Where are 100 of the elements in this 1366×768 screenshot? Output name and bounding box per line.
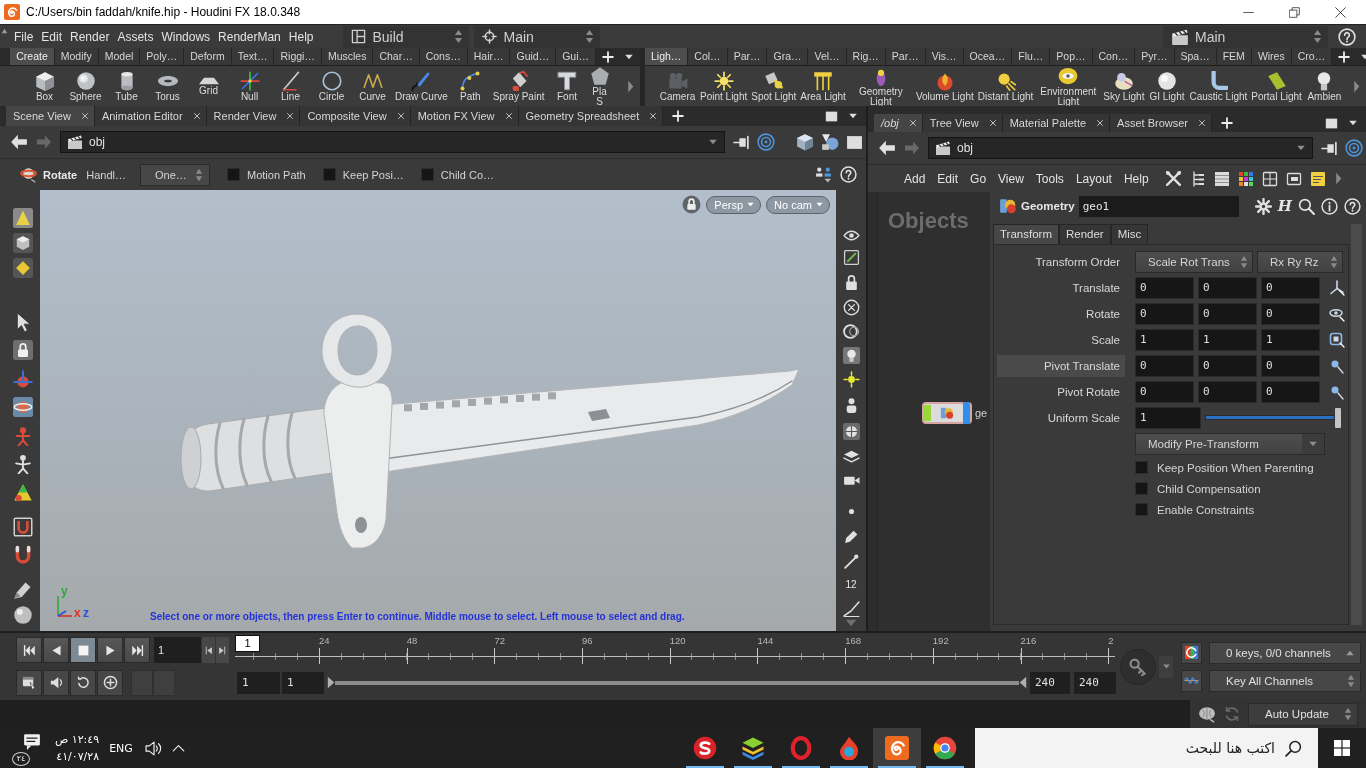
shelf-tab[interactable]: Create: [10, 48, 55, 65]
playback-button[interactable]: [97, 637, 123, 663]
shelf-tool-button[interactable]: Null: [229, 66, 270, 106]
menu-dropdown[interactable]: Scale Rot Trans: [1135, 251, 1253, 273]
pivot-icon[interactable]: [1329, 358, 1345, 374]
icon-button[interactable]: [43, 669, 69, 696]
close-icon[interactable]: [192, 112, 201, 120]
shelf-tab[interactable]: Flu…: [1012, 48, 1051, 65]
display-options-icon[interactable]: [815, 166, 832, 183]
value-field[interactable]: 0: [1135, 277, 1194, 299]
dropdown[interactable]: Modify Pre-Transform: [1135, 433, 1325, 455]
menu-item[interactable]: Layout: [1069, 171, 1118, 186]
shelf-tool-button[interactable]: Ambien: [1303, 66, 1345, 106]
shelf-tool-button[interactable]: Spot Light: [749, 66, 799, 106]
shelf-tab[interactable]: Modify: [54, 48, 99, 65]
pin-icon[interactable]: [733, 133, 750, 151]
context-selector[interactable]: Main: [474, 25, 601, 48]
shelf-tab[interactable]: Cons…: [419, 48, 468, 65]
menu-item[interactable]: Help: [1117, 171, 1155, 186]
restore-icon[interactable]: [1288, 6, 1300, 18]
key-button[interactable]: [1120, 648, 1156, 685]
scroll-right-icon[interactable]: [626, 79, 635, 93]
shelf-tool-button[interactable]: Portal Light: [1249, 66, 1304, 106]
slider-thumb[interactable]: [1335, 408, 1341, 428]
shelf-tab[interactable]: Par…: [727, 48, 768, 65]
shelf-tool-button[interactable]: Line: [270, 66, 311, 106]
shelf-tool-button[interactable]: Path: [449, 66, 491, 106]
close-icon[interactable]: [1334, 6, 1346, 18]
shelf-tool-button[interactable]: Sphere: [65, 66, 106, 106]
shelf-tool-button[interactable]: Camera: [657, 66, 698, 106]
clock-time[interactable]: ١٢:٤٩ ص: [55, 731, 100, 748]
pane-tab[interactable]: Render View: [206, 106, 301, 126]
shelf-tool-button[interactable]: Sky Light: [1101, 66, 1147, 106]
shelf-tool-button[interactable]: Circle: [311, 66, 352, 106]
sphere-ring-tile-icon[interactable]: [13, 397, 33, 417]
menu-item[interactable]: File: [10, 29, 38, 44]
pane-tab[interactable]: Asset Browser: [1110, 114, 1213, 132]
menu-dropdown[interactable]: Rx Ry Rz: [1257, 251, 1343, 273]
pane-tab[interactable]: Motion FX View: [410, 106, 519, 126]
wand-icon[interactable]: [842, 553, 860, 570]
shelf-tab[interactable]: Con…: [1092, 48, 1136, 65]
value-field[interactable]: 0: [1135, 381, 1194, 403]
back-arrow-icon[interactable]: [878, 139, 896, 157]
close-icon[interactable]: [1096, 119, 1105, 127]
value-field[interactable]: 0: [1198, 355, 1257, 377]
close-icon[interactable]: [396, 112, 405, 120]
menu-item[interactable]: View: [992, 171, 1030, 186]
shelf-tab[interactable]: Deform: [184, 48, 232, 65]
close-icon[interactable]: [1198, 119, 1207, 127]
checkbox[interactable]: [1135, 482, 1148, 495]
icon-button[interactable]: [16, 669, 42, 696]
scroll-right-icon[interactable]: [1352, 79, 1361, 93]
pane-tab[interactable]: Scene View: [6, 106, 95, 126]
shelf-tool-button[interactable]: Distant Light: [975, 66, 1036, 106]
square-icon[interactable]: [825, 109, 838, 123]
shelf-tab[interactable]: Wires: [1251, 48, 1292, 65]
network-view[interactable]: Objects ge: [878, 192, 990, 631]
key-mode-dropdown[interactable]: Key All Channels: [1209, 669, 1361, 692]
shelf-tab[interactable]: Ocea…: [963, 48, 1013, 65]
padlock-tile-icon[interactable]: [13, 340, 33, 360]
shelf-tab[interactable]: Gra…: [767, 48, 809, 65]
bulb-tile-icon[interactable]: [842, 347, 860, 364]
range-field[interactable]: 240: [1074, 671, 1116, 694]
shelf-tab[interactable]: Ligh…: [645, 48, 689, 65]
help-icon[interactable]: [1344, 197, 1361, 215]
shelf-tab[interactable]: Text…: [231, 48, 275, 65]
shelf-tool-button[interactable]: Environment Light: [1035, 66, 1102, 106]
checkbox[interactable]: [1135, 503, 1148, 516]
target-icon[interactable]: [1345, 139, 1363, 157]
shelf-tab[interactable]: Rig…: [846, 48, 886, 65]
shelf-tab[interactable]: Par…: [885, 48, 926, 65]
checkbox[interactable]: [1135, 461, 1148, 474]
close-icon[interactable]: [649, 112, 658, 120]
x-circle-icon[interactable]: [842, 299, 860, 316]
shelf-tab[interactable]: Hair…: [467, 48, 511, 65]
notification-icon[interactable]: [23, 733, 41, 751]
scale-handle-icon[interactable]: [1329, 332, 1345, 348]
pencil-icon[interactable]: [13, 580, 33, 600]
pane-tab[interactable]: Animation Editor: [94, 106, 207, 126]
range-end-handle-icon[interactable]: [1019, 676, 1027, 689]
double-ring-icon[interactable]: [842, 323, 860, 340]
shelf-tool-button[interactable]: Point Light: [698, 66, 750, 106]
value-field[interactable]: 0: [1135, 303, 1194, 325]
pane-tab[interactable]: Geometry Spreadsheet: [518, 106, 664, 126]
slash-square-icon[interactable]: [842, 249, 860, 266]
parameter-tab[interactable]: Transform: [993, 224, 1059, 244]
target-icon[interactable]: [757, 133, 775, 151]
brain-icon[interactable]: [1198, 705, 1216, 723]
node-name-field[interactable]: geo1: [1078, 195, 1239, 217]
shelf-tab[interactable]: Poly…: [140, 48, 185, 65]
shelf-tab[interactable]: Char…: [373, 48, 420, 65]
sphere-tile-icon[interactable]: [842, 423, 860, 440]
step-back-button[interactable]: [202, 637, 215, 663]
value-field[interactable]: 0: [1261, 303, 1320, 325]
plus-icon[interactable]: [1221, 117, 1234, 129]
parameter-tab[interactable]: Render: [1059, 224, 1111, 244]
grid-icon[interactable]: [1261, 170, 1278, 187]
menu-item[interactable]: RenderMan: [214, 29, 285, 44]
slope-icon[interactable]: [842, 601, 860, 618]
path-field[interactable]: obj: [928, 137, 1313, 159]
